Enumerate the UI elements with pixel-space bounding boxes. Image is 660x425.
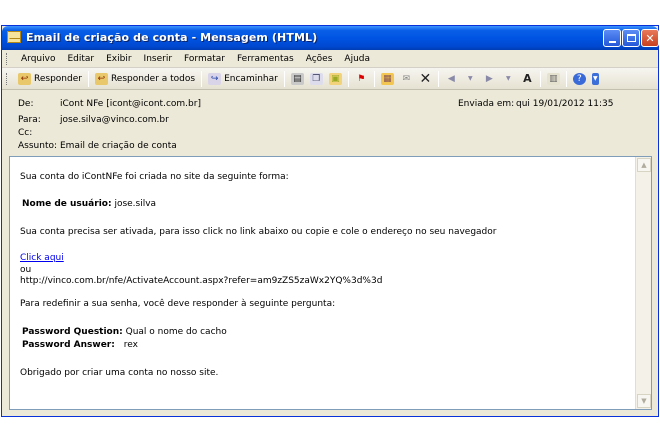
to-value[interactable]: jose.silva@vinco.com.br	[60, 115, 169, 125]
minimize-button[interactable]	[603, 29, 621, 47]
reply-all-label: Responder a todos	[110, 73, 196, 84]
question-label: Password Question:	[22, 327, 123, 337]
address-book-icon[interactable]: ▥	[546, 72, 560, 85]
envelope-icon	[7, 31, 21, 43]
next-item-icon[interactable]: ▶	[483, 73, 496, 85]
toolbar-separator	[87, 70, 89, 87]
print-icon[interactable]: ▤	[290, 72, 304, 85]
sent-label: Enviada em:	[458, 99, 515, 109]
forward-label: Encaminhar	[224, 73, 278, 84]
window-title: Email de criação de conta - Mensagem (HT…	[26, 31, 318, 44]
message-header: De: iCont NFe [icont@icont.com.br] Para:…	[2, 91, 658, 153]
toolbar: ↩ Responder ↩ Responder a todos ↪ Encami…	[2, 68, 658, 90]
activation-link-line: Click aqui	[20, 252, 64, 264]
copy-icon[interactable]: ❐	[309, 72, 323, 85]
answer-line: Password Answer: rex	[22, 339, 138, 351]
intro-text: Sua conta do iContNFe foi criada no site…	[20, 172, 289, 182]
reply-icon: ↩	[18, 72, 31, 85]
toolbar-separator	[347, 70, 349, 87]
next-dropdown-icon[interactable]: ▼	[502, 73, 515, 85]
toolbar-grip[interactable]	[6, 72, 9, 85]
reply-all-icon: ↩	[94, 72, 108, 85]
reset-text: Para redefinir a sua senha, você deve re…	[20, 299, 336, 309]
username-label: Nome de usuário:	[22, 199, 112, 209]
maximize-button[interactable]	[622, 29, 640, 47]
menu-grip[interactable]	[6, 52, 9, 65]
question-value: Qual o nome do cacho	[125, 327, 227, 337]
toolbar-options-icon[interactable]: ▼	[591, 72, 599, 85]
help-icon[interactable]: ?	[572, 72, 586, 85]
maximize-icon	[626, 34, 636, 42]
junk-mail-icon[interactable]: ✉	[400, 73, 413, 85]
menu-arquivo[interactable]: Arquivo	[15, 54, 61, 64]
subject-label: Assunto:	[18, 141, 58, 151]
menu-ferramentas[interactable]: Ferramentas	[231, 54, 300, 64]
sent-value: qui 19/01/2012 11:35	[516, 99, 614, 109]
font-size-icon[interactable]: A	[521, 72, 534, 85]
previous-dropdown-icon[interactable]: ▼	[464, 73, 477, 85]
move-to-folder-icon[interactable]: ▣	[328, 72, 342, 85]
close-button[interactable]: ✕	[641, 29, 659, 47]
close-icon: ✕	[645, 31, 655, 45]
toolbar-separator	[283, 70, 285, 87]
cc-label: Cc:	[18, 128, 33, 138]
title-bar[interactable]: Email de criação de conta - Mensagem (HT…	[2, 26, 659, 50]
message-window: Email de criação de conta - Mensagem (HT…	[1, 25, 659, 417]
activation-text: Sua conta precisa ser ativada, para isso…	[20, 227, 497, 237]
answer-label: Password Answer:	[22, 340, 115, 350]
username-line: Nome de usuário: jose.silva	[22, 198, 156, 210]
reply-all-button[interactable]: ↩ Responder a todos	[92, 70, 198, 88]
menu-inserir[interactable]: Inserir	[138, 54, 179, 64]
activation-url: http://vinco.com.br/nfe/ActivateAccount.…	[20, 276, 383, 286]
toolbar-separator	[437, 70, 439, 87]
from-label: De:	[18, 99, 34, 109]
menu-exibir[interactable]: Exibir	[100, 54, 137, 64]
menu-ajuda[interactable]: Ajuda	[338, 54, 376, 64]
scroll-down-button[interactable]: ▼	[637, 394, 651, 408]
toolbar-separator	[373, 70, 375, 87]
thanks-text: Obrigado por criar uma conta no nosso si…	[20, 368, 219, 378]
delete-icon[interactable]: ✕	[419, 71, 432, 87]
categories-icon[interactable]: ▦	[380, 72, 394, 85]
menu-acoes[interactable]: Ações	[300, 54, 339, 64]
chevron-down-icon: ▼	[641, 397, 647, 405]
to-label: Para:	[18, 115, 41, 125]
chevron-up-icon: ▲	[641, 161, 647, 169]
scroll-up-button[interactable]: ▲	[637, 158, 651, 172]
toolbar-separator	[565, 70, 567, 87]
activation-link[interactable]: Click aqui	[20, 253, 64, 263]
subject-value: Email de criação de conta	[60, 141, 177, 151]
message-body[interactable]: Sua conta do iContNFe foi criada no site…	[9, 156, 652, 410]
answer-value: rex	[123, 340, 138, 350]
toolbar-separator	[201, 70, 203, 87]
reply-label: Responder	[34, 73, 82, 84]
flag-icon[interactable]: ⚑	[355, 73, 368, 85]
menu-formatar[interactable]: Formatar	[178, 54, 231, 64]
previous-item-icon[interactable]: ◀	[445, 73, 458, 85]
username-value: jose.silva	[114, 199, 157, 209]
menu-editar[interactable]: Editar	[61, 54, 100, 64]
vertical-scrollbar[interactable]: ▲ ▼	[635, 157, 651, 409]
toolbar-separator	[539, 70, 541, 87]
reply-button[interactable]: ↩ Responder	[15, 70, 85, 88]
forward-button[interactable]: ↪ Encaminhar	[205, 70, 281, 88]
forward-icon: ↪	[208, 72, 222, 85]
question-line: Password Question: Qual o nome do cacho	[22, 326, 227, 338]
menu-bar: Arquivo Editar Exibir Inserir Formatar F…	[2, 50, 658, 68]
minimize-icon	[608, 40, 616, 43]
from-value[interactable]: iCont NFe [icont@icont.com.br]	[60, 99, 201, 109]
